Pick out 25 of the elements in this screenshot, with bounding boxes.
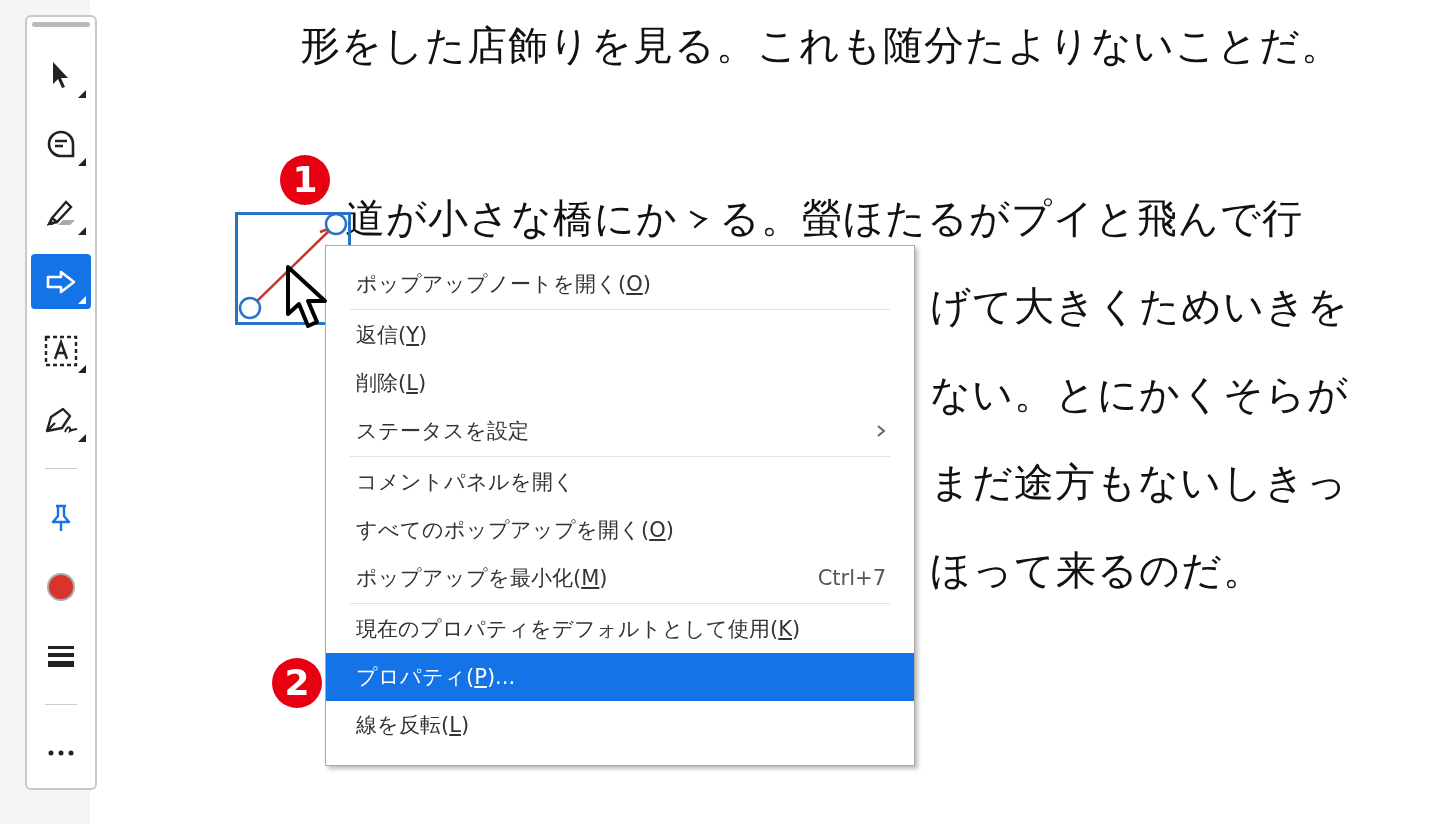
text-fragment: ほって来るのだ。 [930,546,1264,595]
step-number-badge: 1 [280,155,330,205]
arrow-right-icon [45,268,77,295]
line-weight-icon [47,643,75,668]
text-fragment: る。螢ほたるがプイと飛んで行 [719,194,1303,243]
menu-item[interactable]: 現在のプロパティをデフォルトとして使用(K) [326,605,914,653]
menu-item[interactable]: コメントパネルを開く [326,458,914,506]
more-icon [47,750,75,757]
menu-item[interactable]: プロパティ(P)... [326,653,914,701]
text-fragment: まだ途方もないしきっ [930,458,1348,507]
menu-item[interactable]: すべてのポップアップを開く(O) [326,506,914,554]
menu-item[interactable]: 返信(Y) [326,311,914,359]
menu-item[interactable]: 削除(L) [326,359,914,407]
pin-icon [49,502,73,533]
text-box-icon [44,334,78,367]
drag-handle[interactable] [32,22,90,27]
menu-item[interactable]: ポップアップを最小化(M) Ctrl+7 [326,554,914,602]
text-fragment: 道が小さな橋にか [345,194,678,243]
text-fragment: ない。とにかくそらが [930,370,1349,419]
text-line: 形をした店飾りを見る。これも随分たよりないことだ。 [299,21,1343,70]
text-fragment: げて大きくためいきを [930,282,1349,331]
step-number-badge: 2 [272,658,322,708]
menu-item[interactable]: 線を反転(L) [326,701,914,749]
menu-item[interactable]: ステータスを設定 [326,407,914,455]
speech-bubble-icon [46,129,76,159]
